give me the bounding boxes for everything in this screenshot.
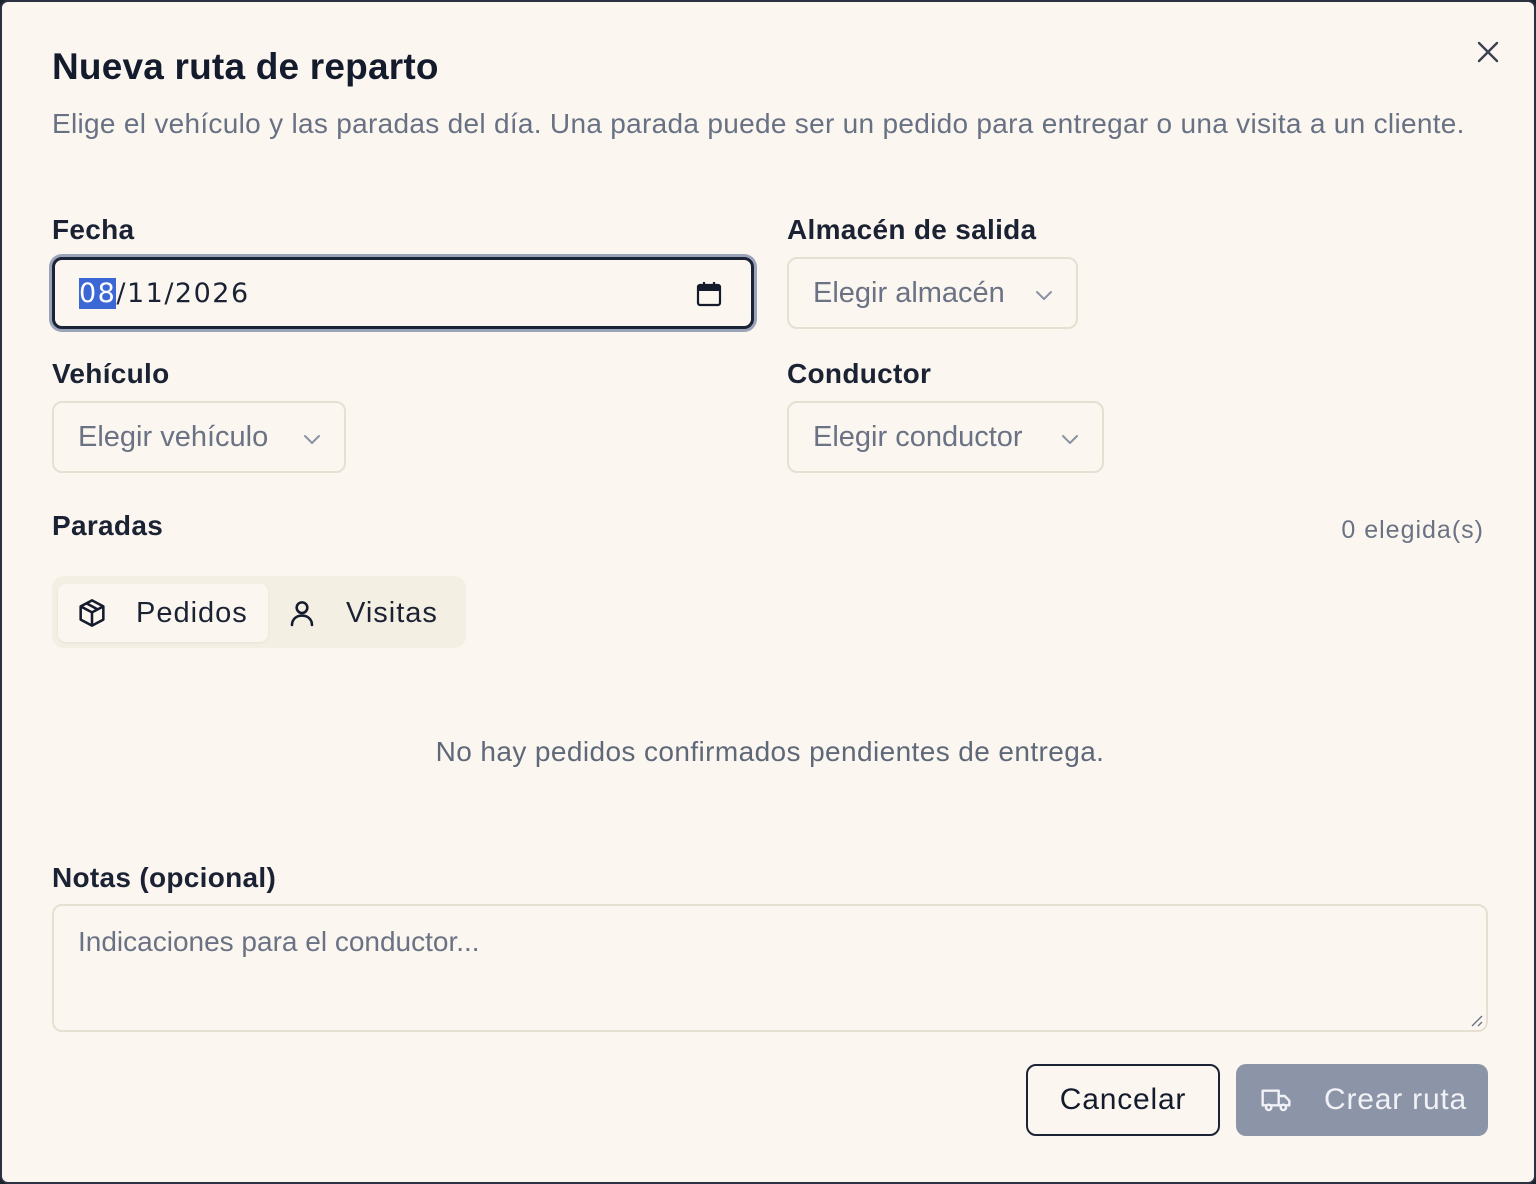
dialog-title: Nueva ruta de reparto bbox=[52, 46, 439, 87]
tab-pedidos[interactable]: Pedidos bbox=[58, 584, 268, 642]
driver-select-value: Elegir conductor bbox=[813, 420, 1023, 453]
stops-tabs: Pedidos Visitas bbox=[52, 576, 466, 648]
date-input[interactable]: 08/11/2026 bbox=[52, 257, 754, 329]
user-icon bbox=[290, 601, 314, 627]
tab-visitas[interactable]: Visitas bbox=[274, 584, 460, 642]
notes-label: Notas (opcional) bbox=[52, 862, 277, 893]
close-button[interactable] bbox=[1468, 32, 1508, 72]
resize-handle-icon[interactable] bbox=[1468, 1012, 1484, 1028]
truck-icon bbox=[1261, 1089, 1291, 1112]
notes-placeholder: Indicaciones para el conductor... bbox=[78, 926, 480, 957]
empty-state-message: No hay pedidos confirmados pendientes de… bbox=[435, 736, 1105, 767]
calendar-icon[interactable] bbox=[695, 280, 723, 308]
package-icon bbox=[79, 599, 105, 627]
chevron-down-icon bbox=[1062, 435, 1078, 444]
tab-visitas-label: Visitas bbox=[346, 596, 438, 629]
chevron-down-icon bbox=[304, 435, 320, 444]
date-label: Fecha bbox=[52, 214, 135, 245]
warehouse-select-value: Elegir almacén bbox=[813, 276, 1005, 309]
vehicle-label: Vehículo bbox=[52, 358, 170, 389]
date-rest-segment[interactable]: /11/2026 bbox=[116, 278, 249, 309]
dialog-description: Elige el vehículo y las paradas del día.… bbox=[52, 108, 1465, 139]
warehouse-select[interactable]: Elegir almacén bbox=[787, 257, 1078, 329]
date-day-segment[interactable]: 08 bbox=[79, 277, 117, 309]
vehicle-select-value: Elegir vehículo bbox=[78, 420, 269, 453]
cancel-button[interactable]: Cancelar bbox=[1026, 1064, 1220, 1136]
stops-label: Paradas bbox=[52, 510, 164, 541]
new-route-dialog: Nueva ruta de reparto Elige el vehículo … bbox=[0, 0, 1536, 1184]
tab-pedidos-label: Pedidos bbox=[136, 596, 248, 629]
create-route-label: Crear ruta bbox=[1324, 1083, 1468, 1116]
selected-count: 0 elegida(s) bbox=[1341, 516, 1484, 544]
notes-textarea[interactable]: Indicaciones para el conductor... bbox=[52, 904, 1488, 1032]
close-icon bbox=[1477, 41, 1499, 63]
driver-select[interactable]: Elegir conductor bbox=[787, 401, 1104, 473]
driver-label: Conductor bbox=[787, 358, 932, 389]
warehouse-label: Almacén de salida bbox=[787, 214, 1037, 245]
vehicle-select[interactable]: Elegir vehículo bbox=[52, 401, 346, 473]
chevron-down-icon bbox=[1036, 291, 1052, 300]
create-route-button[interactable]: Crear ruta bbox=[1236, 1064, 1488, 1136]
